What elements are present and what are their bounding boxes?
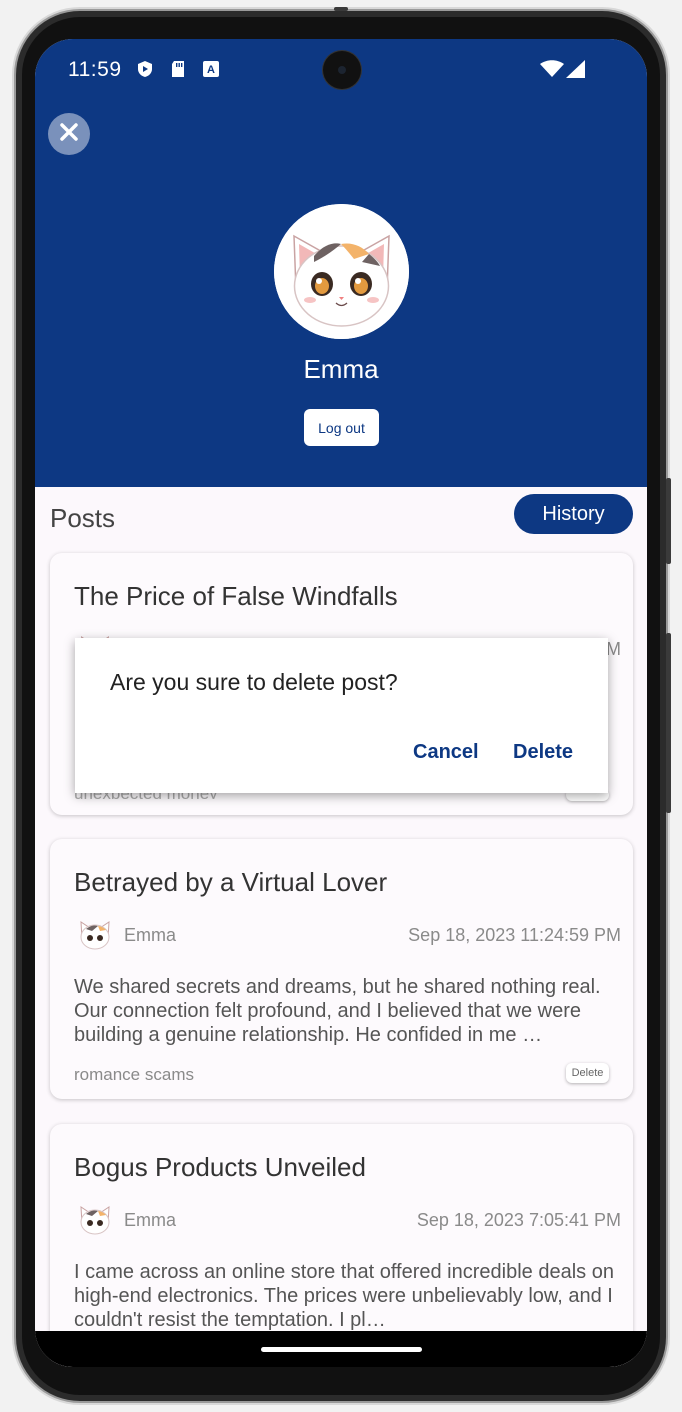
profile-avatar[interactable] <box>274 204 409 339</box>
author-avatar-icon <box>76 917 114 951</box>
home-gesture-handle[interactable] <box>261 1347 422 1352</box>
post-date: M <box>606 639 621 659</box>
cancel-button[interactable]: Cancel <box>413 741 479 764</box>
post-title: Betrayed by a Virtual Lover <box>74 867 388 897</box>
front-camera <box>323 51 361 89</box>
post-author: Emma <box>124 925 177 945</box>
history-button[interactable]: History <box>514 494 633 534</box>
post-author: Emma <box>124 1210 177 1230</box>
cell-signal-icon <box>566 60 586 78</box>
post-tag: romance scams <box>74 1065 194 1084</box>
post-date: Sep 18, 2023 7:05:41 PM <box>416 1210 621 1230</box>
post-card[interactable]: Betrayed by a Virtual Lover Emma Sep 18,… <box>50 839 633 1099</box>
gesture-nav-bar <box>35 1331 647 1367</box>
shield-icon <box>136 60 154 78</box>
top-edge <box>334 7 348 11</box>
app-screen: 11:59 A Emma Log out Posts History The P… <box>35 39 647 1367</box>
translate-icon: A <box>202 60 220 78</box>
close-button[interactable] <box>48 113 90 155</box>
delete-confirm-dialog: Are you sure to delete post? Cancel Dele… <box>75 638 608 793</box>
post-body: I came across an online store that offer… <box>74 1261 614 1331</box>
confirm-delete-button[interactable]: Delete <box>513 741 573 764</box>
svg-text:A: A <box>207 64 215 76</box>
post-title: The Price of False Windfalls <box>74 581 398 611</box>
status-time: 11:59 <box>68 58 122 81</box>
posts-heading: Posts <box>50 503 116 533</box>
cat-avatar-icon <box>274 204 409 339</box>
wifi-icon <box>540 60 564 78</box>
profile-username: Emma <box>303 354 379 384</box>
power-button <box>666 478 671 564</box>
profile-header: 11:59 A Emma Log out <box>35 39 647 487</box>
volume-button <box>666 633 671 813</box>
post-title: Bogus Products Unveiled <box>74 1152 366 1182</box>
post-date: Sep 18, 2023 11:24:59 PM <box>408 925 621 945</box>
logout-button[interactable]: Log out <box>304 409 379 446</box>
close-icon <box>59 122 79 147</box>
post-body: We shared secrets and dreams, but he sha… <box>74 976 601 1046</box>
author-avatar-icon <box>76 1202 114 1236</box>
dialog-message: Are you sure to delete post? <box>110 669 398 695</box>
delete-post-button[interactable]: Delete <box>566 1063 609 1083</box>
sd-card-icon <box>169 60 187 78</box>
